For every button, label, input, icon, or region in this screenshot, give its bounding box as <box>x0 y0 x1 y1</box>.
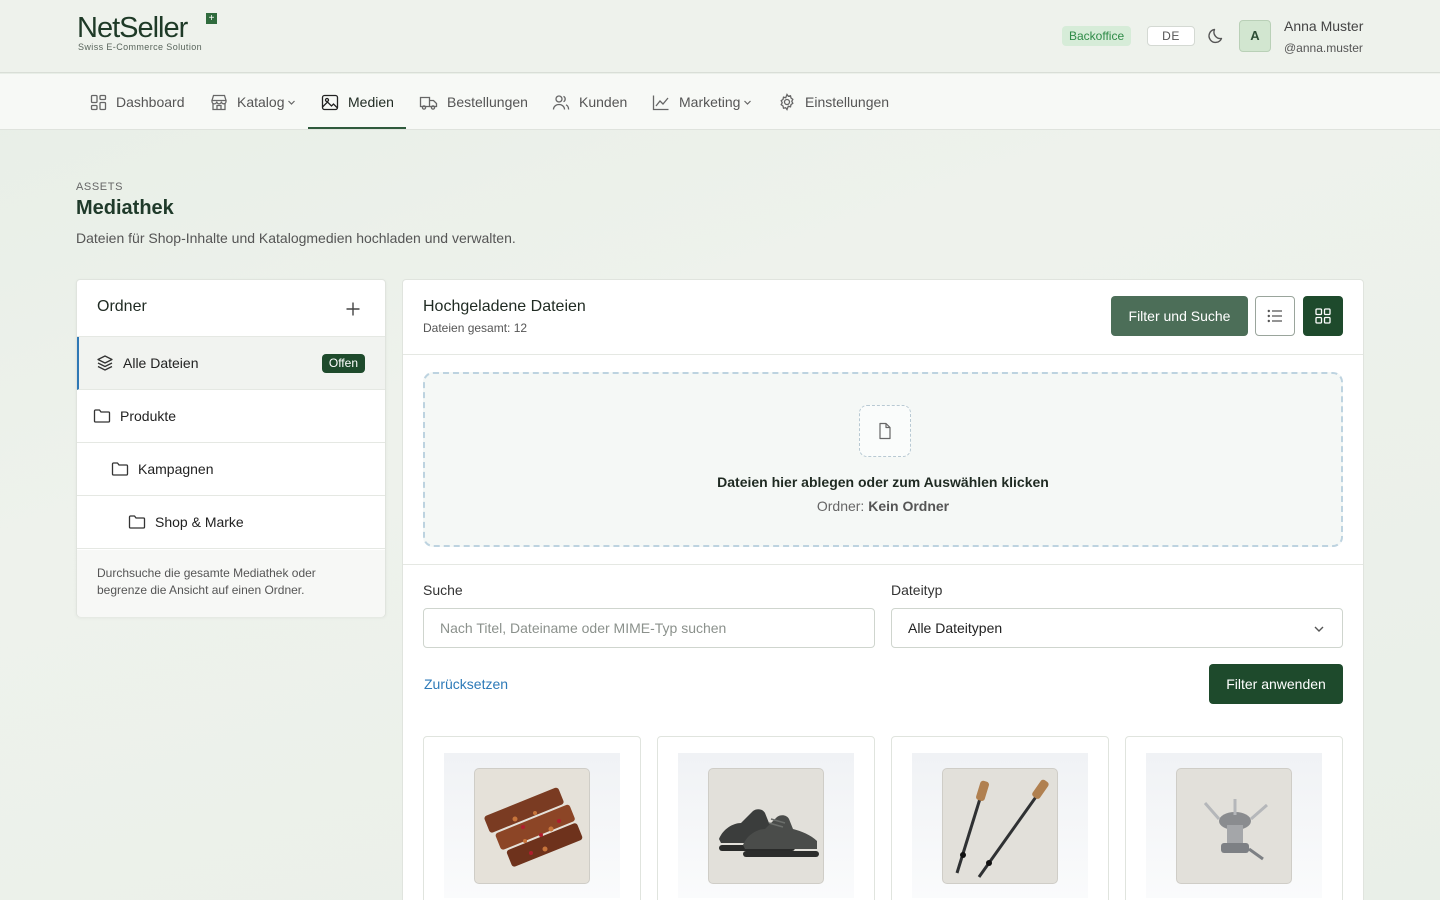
brand-plus-icon: + <box>206 13 217 24</box>
backoffice-badge: Backoffice <box>1062 26 1132 46</box>
media-card-frame <box>444 753 620 898</box>
truck-icon <box>419 96 438 110</box>
top-bar: NetSeller + Swiss E-Commerce Solution Ba… <box>0 0 1440 73</box>
reset-filters-link[interactable]: Zurücksetzen <box>424 676 508 692</box>
nav-item-bestellungen[interactable]: Bestellungen <box>419 74 528 130</box>
media-card-frame <box>1146 753 1322 898</box>
gear-icon <box>780 93 794 111</box>
add-folder-icon[interactable] <box>343 299 363 319</box>
users-icon <box>552 94 570 110</box>
page-title: Mediathek <box>76 197 174 219</box>
media-card[interactable] <box>1125 736 1343 900</box>
folder-label: Produkte <box>120 408 177 424</box>
nav-label: Bestellungen <box>447 94 528 110</box>
media-card[interactable] <box>657 736 875 900</box>
nav-item-marketing[interactable]: Marketing <box>652 74 752 130</box>
nav-label: Marketing <box>679 94 741 110</box>
folder-label: Shop & Marke <box>155 514 244 530</box>
nav-label: Medien <box>348 94 394 110</box>
status-badge: Offen <box>321 354 365 373</box>
media-card[interactable] <box>891 736 1109 900</box>
folder-panel: Ordner Alle Dateien Offen Produkte Kampa… <box>76 279 386 617</box>
files-panel-header: Hochgeladene Dateien Dateien gesamt: 12 … <box>403 280 1363 355</box>
page-description: Dateien für Shop-Inhalte und Katalogmedi… <box>76 230 516 246</box>
media-card-frame <box>678 753 854 898</box>
nav-label: Katalog <box>237 94 285 110</box>
dropzone-folder-label: Ordner: <box>816 498 865 514</box>
language-switch[interactable]: DE <box>1147 26 1195 46</box>
dark-mode-toggle[interactable] <box>1207 26 1227 46</box>
filetype-select[interactable]: Alle Dateitypen <box>891 608 1343 648</box>
dropzone-folder-value: Kein Ordner <box>868 498 950 514</box>
folder-panel-header: Ordner <box>77 280 385 337</box>
upload-dropzone[interactable]: Dateien hier ablegen oder zum Auswählen … <box>423 372 1343 547</box>
search-input[interactable] <box>423 608 875 648</box>
files-panel: Hochgeladene Dateien Dateien gesamt: 12 … <box>402 279 1364 900</box>
file-icon <box>879 422 891 440</box>
camping-stove-thumbnail <box>1176 768 1292 884</box>
dropzone-title: Dateien hier ablegen oder zum Auswählen … <box>717 474 1049 490</box>
brand-wordmark: NetSeller <box>77 12 188 44</box>
folder-item-all-files[interactable]: Alle Dateien Offen <box>77 337 385 390</box>
chevron-down-icon <box>744 100 752 105</box>
files-count: Dateien gesamt: 12 <box>423 321 528 335</box>
nav-item-medien[interactable]: Medien <box>321 74 394 130</box>
page-eyebrow: ASSETS <box>76 181 124 193</box>
trekking-poles-thumbnail <box>942 768 1058 884</box>
dashboard-icon <box>90 94 107 110</box>
folder-label: Kampagnen <box>138 461 214 477</box>
folder-hint: Durchsuche die gesamte Mediathek oder be… <box>77 550 385 617</box>
chart-icon <box>652 95 669 110</box>
layers-icon <box>97 355 113 371</box>
folder-panel-title: Ordner <box>97 298 147 315</box>
nav-label: Kunden <box>579 94 628 110</box>
nav-item-kunden[interactable]: Kunden <box>552 74 627 130</box>
nav-label: Einstellungen <box>805 94 890 110</box>
list-view-icon <box>1267 309 1282 323</box>
user-name: Anna Muster <box>1284 18 1364 34</box>
filter-search-button[interactable]: Filter und Suche <box>1111 296 1248 336</box>
media-card[interactable] <box>423 736 641 900</box>
folder-item-kampagnen[interactable]: Kampagnen <box>77 443 385 496</box>
nav-item-dashboard[interactable]: Dashboard <box>90 74 185 130</box>
main-nav: Dashboard Katalog Medien Bestellungen Ku… <box>0 74 1440 130</box>
dropzone-folder: Ordner: Kein Ordner <box>425 498 1341 514</box>
brand-tagline: Swiss E-Commerce Solution <box>78 42 203 52</box>
brand-logo[interactable]: NetSeller + Swiss E-Commerce Solution <box>77 12 217 52</box>
store-icon <box>211 94 227 110</box>
divider <box>403 564 1363 565</box>
search-label: Suche <box>423 582 463 598</box>
chevron-down-icon <box>1314 626 1324 632</box>
chevron-down-icon <box>288 100 296 105</box>
apply-filters-button[interactable]: Filter anwenden <box>1209 664 1343 704</box>
hiking-shoes-thumbnail <box>708 768 824 884</box>
filetype-label: Dateityp <box>891 582 943 598</box>
folder-icon <box>93 409 111 423</box>
moon-icon <box>1208 28 1223 44</box>
folder-item-shop-marke[interactable]: Shop & Marke <box>77 496 385 549</box>
filetype-selected: Alle Dateitypen <box>908 620 1003 636</box>
user-handle: @anna.muster <box>1284 41 1363 55</box>
media-card-frame <box>912 753 1088 898</box>
list-view-button[interactable] <box>1255 296 1295 336</box>
files-panel-title: Hochgeladene Dateien <box>423 298 586 315</box>
folder-icon <box>111 462 129 476</box>
grid-view-icon <box>1315 308 1331 324</box>
folder-item-produkte[interactable]: Produkte <box>77 390 385 443</box>
nav-active-indicator <box>308 127 406 129</box>
grid-view-button[interactable] <box>1303 296 1343 336</box>
folder-label: Alle Dateien <box>123 355 199 371</box>
nav-label: Dashboard <box>116 94 185 110</box>
image-icon <box>321 94 339 110</box>
energy-bars-thumbnail <box>474 768 590 884</box>
folder-icon <box>128 515 146 529</box>
upload-file-box <box>859 405 911 457</box>
avatar[interactable]: A <box>1239 20 1271 52</box>
nav-item-katalog[interactable]: Katalog <box>210 74 296 130</box>
nav-item-einstellungen[interactable]: Einstellungen <box>778 74 889 130</box>
